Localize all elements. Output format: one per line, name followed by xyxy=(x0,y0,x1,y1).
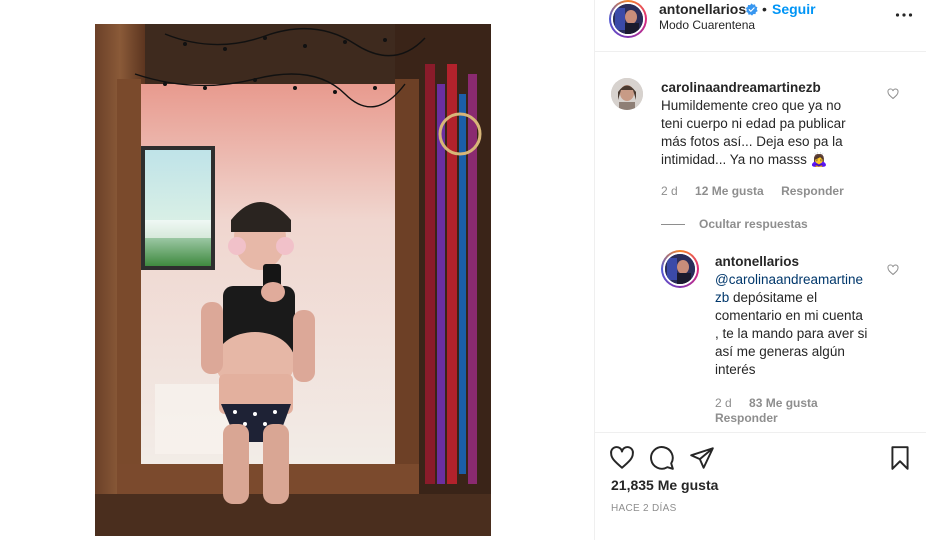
commenter-avatar[interactable] xyxy=(611,78,643,110)
reply-text: @carolinaandreamartine zb depósitame el … xyxy=(715,271,885,379)
comment-item: carolinaandreamartinezb Humildemente cre… xyxy=(595,78,926,231)
post-header: antonellarios • Seguir Modo Cuarentena xyxy=(595,0,926,52)
comment-bubble-icon[interactable] xyxy=(649,445,675,471)
paper-plane-icon[interactable] xyxy=(689,445,715,471)
more-options-icon[interactable] xyxy=(895,8,913,22)
comment-time[interactable]: 2 d xyxy=(661,184,678,198)
comment-text: Humildemente creo que ya no teni cuerpo … xyxy=(661,98,846,167)
reply-author-avatar[interactable] xyxy=(661,250,699,288)
reply-body: depósitame el comentario en mi cuenta , … xyxy=(715,290,868,377)
post-media-pane xyxy=(0,0,594,540)
verified-badge-icon xyxy=(745,3,758,16)
post-side-pane: antonellarios • Seguir Modo Cuarentena c… xyxy=(594,0,926,540)
comment-reply-button[interactable]: Responder xyxy=(781,184,844,198)
separator-dot: • xyxy=(762,1,767,17)
author-username[interactable]: antonellarios xyxy=(659,1,746,17)
post-location[interactable]: Modo Cuarentena xyxy=(659,18,755,32)
comment-like-heart-icon[interactable] xyxy=(887,88,899,100)
reply-reply-button[interactable]: Responder xyxy=(715,411,778,425)
reply-author-avatar-image xyxy=(665,254,695,284)
bookmark-icon[interactable] xyxy=(887,445,913,471)
heart-icon[interactable] xyxy=(609,445,635,471)
reply-meta: 2 d 83 Me gusta Responder xyxy=(715,396,885,426)
hide-replies-toggle[interactable]: Ocultar respuestas xyxy=(661,217,808,231)
comment-like-count[interactable]: 12 Me gusta xyxy=(695,184,764,198)
author-avatar[interactable] xyxy=(609,0,647,38)
post-actions: 21,835 Me gusta HACE 2 DÍAS xyxy=(595,432,926,540)
commenter-avatar-image xyxy=(611,78,643,110)
comment-username[interactable]: carolinaandreamartinezb xyxy=(661,80,881,95)
reply-username[interactable]: antonellarios xyxy=(715,254,885,269)
post-photo[interactable] xyxy=(95,24,491,536)
reply-item: antonellarios @carolinaandreamartine zb … xyxy=(661,250,926,432)
comment-meta: 2 d 12 Me gusta Responder xyxy=(661,184,858,198)
reply-like-heart-icon[interactable] xyxy=(887,264,899,276)
comments-list[interactable]: carolinaandreamartinezb Humildemente cre… xyxy=(595,52,926,432)
hide-replies-label: Ocultar respuestas xyxy=(699,217,808,231)
follow-button[interactable]: Seguir xyxy=(772,1,816,17)
likes-count[interactable]: 21,835 Me gusta xyxy=(611,477,718,493)
reply-like-count[interactable]: 83 Me gusta xyxy=(749,396,818,410)
author-avatar-image xyxy=(613,4,643,34)
post-photo-image xyxy=(95,24,491,536)
hide-replies-line xyxy=(661,224,685,226)
post-timestamp[interactable]: HACE 2 DÍAS xyxy=(611,503,677,514)
reply-time[interactable]: 2 d xyxy=(715,396,732,410)
